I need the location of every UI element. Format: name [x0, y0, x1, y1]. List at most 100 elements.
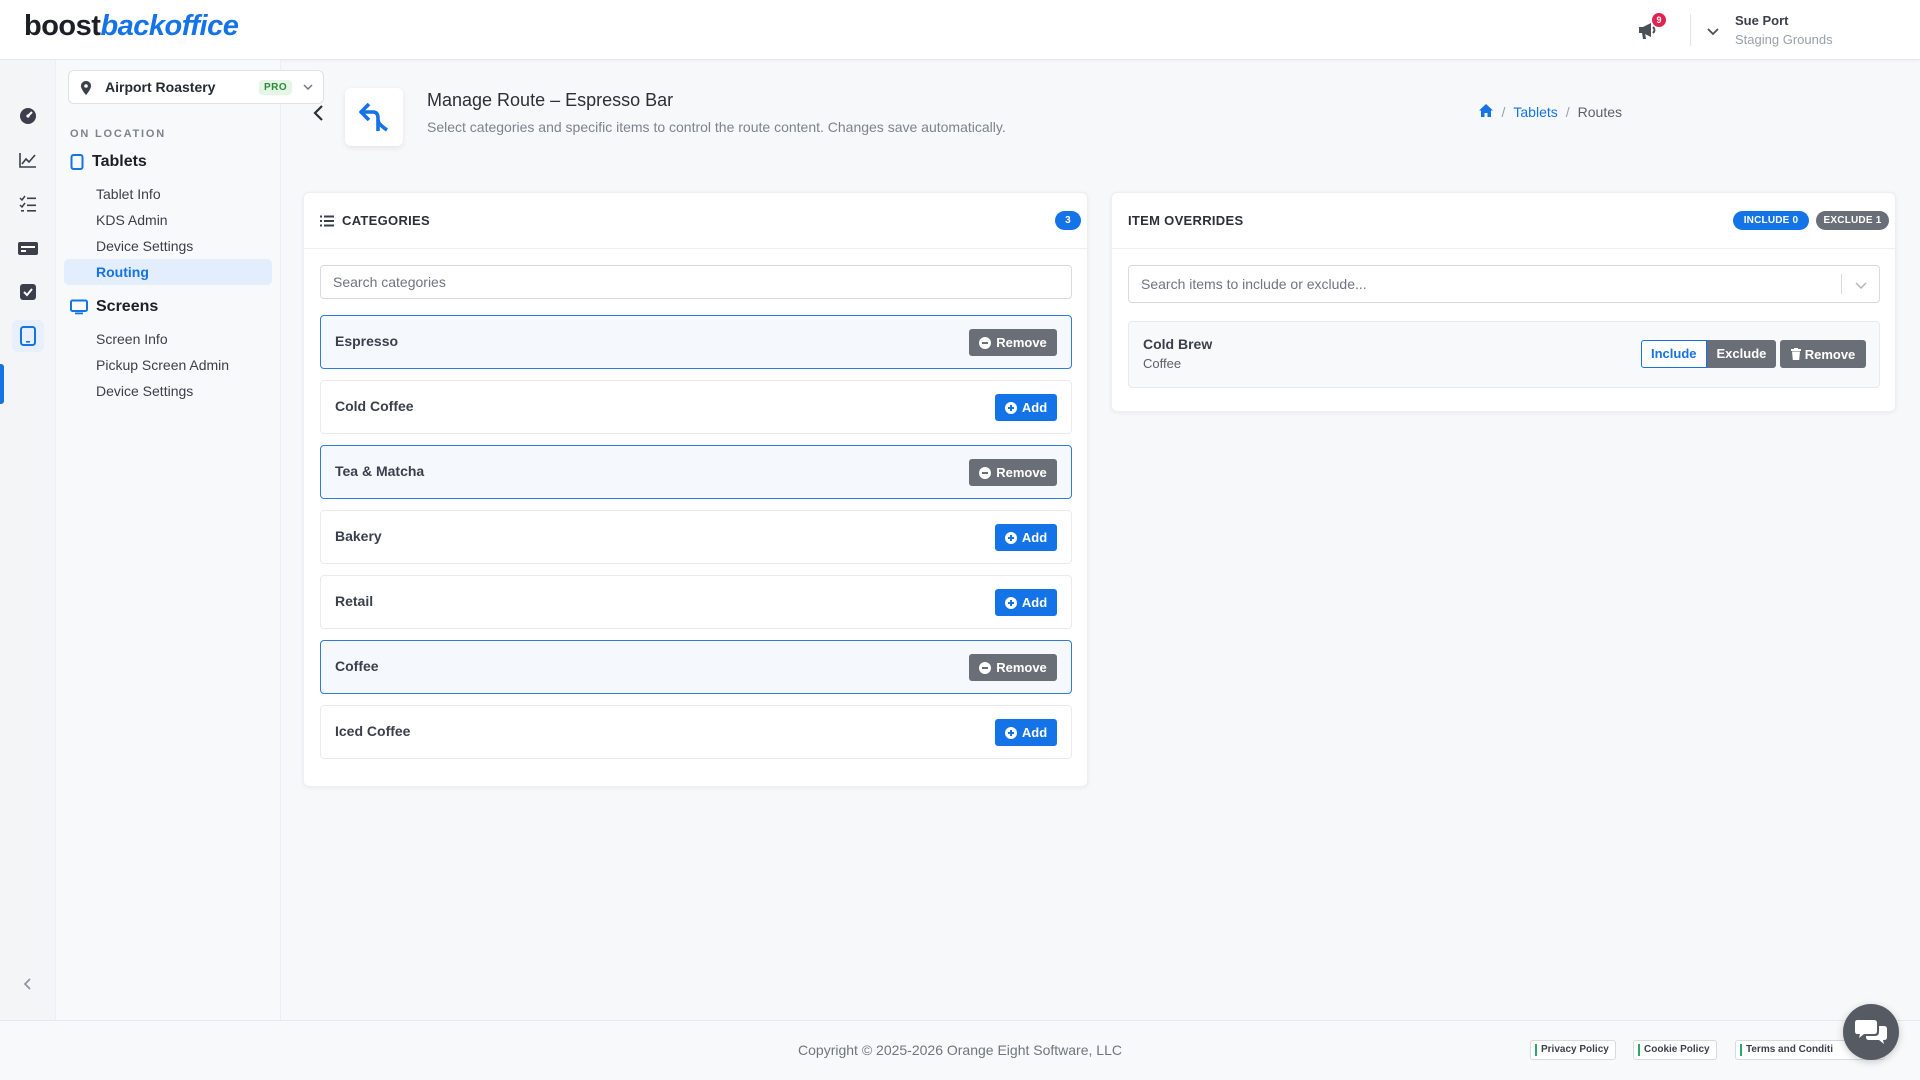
plus-circle-icon: [1004, 401, 1017, 414]
breadcrumb-tablets[interactable]: Tablets: [1513, 104, 1557, 120]
button-label: Remove: [996, 335, 1047, 350]
minus-circle-icon: [979, 336, 992, 349]
button-label: Remove: [1804, 346, 1856, 362]
collapse-sidebar-button[interactable]: [18, 974, 38, 994]
category-row[interactable]: Coffee Remove: [320, 640, 1072, 694]
sidebar-item-pickup-screen-admin[interactable]: Pickup Screen Admin: [64, 352, 272, 378]
sidebar-item-kds-admin[interactable]: KDS Admin: [64, 207, 272, 233]
category-name: Cold Coffee: [335, 398, 414, 414]
button-label: Add: [1021, 725, 1048, 740]
chevron-left-icon: [23, 978, 31, 990]
button-label: Remove: [996, 465, 1047, 480]
sidebar-item-device-settings-screens[interactable]: Device Settings: [64, 378, 272, 404]
category-name: Bakery: [335, 528, 382, 544]
user-name[interactable]: Sue Port: [1735, 13, 1788, 28]
category-name: Retail: [335, 593, 374, 609]
selected-count-badge: 3: [1055, 211, 1081, 230]
page-title: Manage Route – Espresso Bar: [427, 90, 674, 110]
add-category-button[interactable]: Add: [995, 394, 1057, 421]
user-org: Staging Grounds: [1735, 32, 1833, 47]
line-chart-icon: [19, 153, 36, 168]
override-item-category: Coffee: [1143, 356, 1182, 371]
exclude-button[interactable]: Exclude: [1706, 340, 1777, 368]
chevron-left-icon: [313, 105, 323, 121]
footer: Copyright © 2025-2026 Orange Eight Softw…: [0, 1020, 1920, 1080]
sidebar-group-tablets[interactable]: Tablets: [70, 153, 147, 171]
card-terminal-icon: [18, 242, 38, 255]
breadcrumb-separator: /: [1565, 104, 1570, 120]
rail-dashboard[interactable]: [12, 100, 44, 132]
add-category-button[interactable]: Add: [995, 589, 1057, 616]
exclude-count-badge: EXCLUDE 1: [1816, 211, 1889, 230]
rail-terminals[interactable]: [12, 232, 44, 264]
overrides-card-header: ITEM OVERRIDES INCLUDE 0 EXCLUDE 1: [1112, 193, 1895, 249]
category-row[interactable]: Cold Coffee Add: [320, 380, 1072, 434]
rail-approvals[interactable]: [12, 276, 44, 308]
dashboard-gauge-icon: [20, 108, 36, 124]
tablet-icon: [70, 154, 84, 170]
select-divider: [1841, 274, 1842, 294]
sidebar-item-device-settings[interactable]: Device Settings: [64, 233, 272, 259]
category-search-input[interactable]: [321, 266, 1071, 298]
category-row[interactable]: Retail Add: [320, 575, 1072, 629]
item-overrides-card: ITEM OVERRIDES INCLUDE 0 EXCLUDE 1 Cold …: [1111, 192, 1896, 412]
sidebar-section-label: ON LOCATION: [70, 128, 166, 140]
page-subtitle: Select categories and specific items to …: [427, 119, 1006, 135]
chevron-down-icon[interactable]: [1853, 277, 1869, 293]
cookie-policy-link[interactable]: Cookie Policy: [1633, 1040, 1717, 1060]
category-name: Coffee: [335, 658, 379, 674]
category-search[interactable]: [320, 265, 1072, 299]
add-category-button[interactable]: Add: [995, 719, 1057, 746]
categories-card-header: CATEGORIES 3: [304, 193, 1087, 249]
announcements-button[interactable]: 9: [1636, 13, 1666, 44]
chat-bubbles-icon: [1855, 1020, 1887, 1044]
category-row[interactable]: Espresso Remove: [320, 315, 1072, 369]
header-divider: [1690, 14, 1691, 46]
chat-button[interactable]: [1843, 1004, 1899, 1060]
category-row[interactable]: Iced Coffee Add: [320, 705, 1072, 759]
location-selector[interactable]: Airport Roastery PRO: [68, 70, 324, 104]
button-label: Add: [1021, 530, 1048, 545]
item-search-input[interactable]: [1129, 266, 1839, 302]
add-category-button[interactable]: Add: [995, 524, 1057, 551]
back-button[interactable]: [308, 102, 330, 124]
minus-circle-icon: [979, 466, 992, 479]
button-label: Add: [1021, 595, 1048, 610]
trash-icon: [1790, 348, 1801, 360]
rail-tasks[interactable]: [12, 188, 44, 220]
plus-circle-icon: [1004, 531, 1017, 544]
logo-part-boost: boost: [24, 10, 101, 42]
sidebar-item-routing[interactable]: Routing: [64, 259, 272, 285]
breadcrumb: / Tablets / Routes: [1478, 103, 1622, 121]
include-button[interactable]: Include: [1641, 340, 1707, 368]
category-name: Tea & Matcha: [335, 463, 425, 479]
remove-category-button[interactable]: Remove: [969, 459, 1057, 486]
remove-override-button[interactable]: Remove: [1780, 340, 1866, 368]
sidebar-item-tablet-info[interactable]: Tablet Info: [64, 181, 272, 207]
rail-active-indicator: [0, 364, 4, 404]
sidebar-item-screen-info[interactable]: Screen Info: [64, 326, 272, 352]
rail-reports[interactable]: [12, 144, 44, 176]
breadcrumb-home[interactable]: [1478, 103, 1494, 121]
remove-category-button[interactable]: Remove: [969, 329, 1057, 356]
category-row[interactable]: Tea & Matcha Remove: [320, 445, 1072, 499]
icon-rail: [0, 60, 56, 1020]
categories-card: CATEGORIES 3 Espresso Remove Cold Coffee…: [303, 192, 1088, 787]
check-square-icon: [20, 284, 36, 300]
brand-logo[interactable]: boostbackoffice: [24, 10, 239, 43]
home-icon: [1478, 104, 1493, 117]
sidebar-group-screens[interactable]: Screens: [70, 298, 158, 316]
item-override-search[interactable]: [1128, 265, 1880, 303]
map-pin-icon: [81, 81, 91, 95]
location-name: Airport Roastery: [105, 79, 216, 95]
remove-category-button[interactable]: Remove: [969, 654, 1057, 681]
rail-devices[interactable]: [12, 320, 44, 352]
checklist-icon: [19, 195, 36, 212]
category-name: Iced Coffee: [335, 723, 411, 739]
category-row[interactable]: Bakery Add: [320, 510, 1072, 564]
top-bar: boostbackoffice 9 Sue Port Staging Groun…: [0, 0, 1920, 60]
privacy-policy-link[interactable]: Privacy Policy: [1530, 1040, 1616, 1060]
user-menu-toggle[interactable]: [1704, 22, 1722, 40]
include-exclude-toggle: Include Exclude: [1641, 340, 1777, 368]
monitor-icon: [70, 299, 88, 315]
